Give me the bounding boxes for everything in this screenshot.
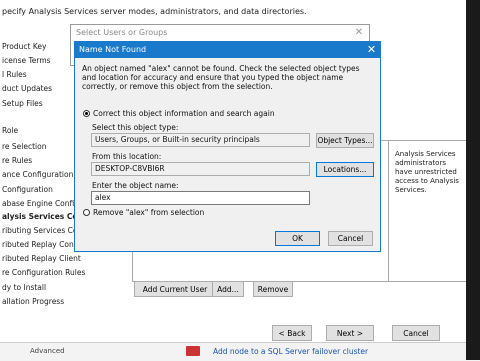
wizard-nav-item[interactable]: re Configuration Rules [2, 268, 85, 277]
object-type-field: Users, Groups, or Built-in security prin… [91, 133, 310, 147]
wizard-nav-item[interactable]: Configuration [2, 185, 53, 194]
help-panel-text: Analysis Services administrators have un… [395, 150, 459, 194]
correct-option-radio[interactable] [83, 110, 90, 117]
wizard-nav-item[interactable]: duct Updates [2, 84, 52, 93]
wizard-nav-item[interactable]: ributed Replay Contro [2, 240, 84, 249]
window-edge [466, 0, 480, 360]
remove-option-label[interactable]: Remove "alex" from selection [93, 208, 204, 217]
wizard-nav-item[interactable]: allation Progress [2, 297, 64, 306]
wizard-nav-item[interactable]: Role [2, 126, 18, 135]
next-button[interactable]: Next > [326, 325, 374, 341]
dialog-message: An object named "alex" cannot be found. … [82, 64, 360, 91]
object-types-button[interactable]: Object Types... [316, 133, 374, 148]
object-name-input[interactable]: alex [91, 191, 310, 205]
wizard-nav-item[interactable]: l Rules [2, 70, 27, 79]
wizard-nav-item[interactable]: Product Key [2, 42, 46, 51]
locations-button[interactable]: Locations... [316, 162, 374, 177]
wizard-nav-item[interactable]: ance Configuration [2, 170, 73, 179]
select-users-close-icon[interactable]: ✕ [350, 24, 368, 40]
add-button[interactable]: Add... [212, 281, 244, 297]
back-button[interactable]: < Back [272, 325, 312, 341]
object-type-label: Select this object type: [92, 123, 179, 132]
wizard-nav-item[interactable]: ributed Replay Client [2, 254, 81, 263]
wizard-nav-item[interactable]: abase Engine Configu [2, 199, 84, 208]
remove-button[interactable]: Remove [253, 281, 293, 297]
dialog-title: Name Not Found [79, 45, 147, 54]
wizard-nav-item[interactable]: icense Terms [2, 56, 51, 65]
location-field: DESKTOP-C8VBI6R [91, 162, 310, 176]
add-current-user-button[interactable]: Add Current User [134, 281, 216, 297]
select-users-title: Select Users or Groups [76, 28, 168, 37]
ok-button[interactable]: OK [275, 231, 320, 246]
close-icon[interactable]: ✕ [362, 41, 381, 58]
location-label: From this location: [92, 152, 162, 161]
correct-option-label[interactable]: Correct this object information and sear… [93, 109, 275, 118]
wizard-nav-item[interactable]: dy to Install [2, 283, 46, 292]
advanced-label: Advanced [30, 347, 65, 355]
wizard-nav-item[interactable]: Setup Files [2, 99, 43, 108]
wizard-header-text: pecify Analysis Services server modes, a… [2, 7, 307, 16]
remove-option-radio[interactable] [83, 209, 90, 216]
object-name-label: Enter the object name: [92, 181, 179, 190]
wizard-cancel-button[interactable]: Cancel [392, 325, 440, 341]
wizard-nav-item[interactable]: re Selection [2, 142, 46, 151]
failover-cluster-link[interactable]: Add node to a SQL Server failover cluste… [213, 347, 368, 356]
sql-server-icon [186, 346, 200, 356]
wizard-nav-item[interactable]: re Rules [2, 156, 32, 165]
cancel-button[interactable]: Cancel [328, 231, 373, 246]
